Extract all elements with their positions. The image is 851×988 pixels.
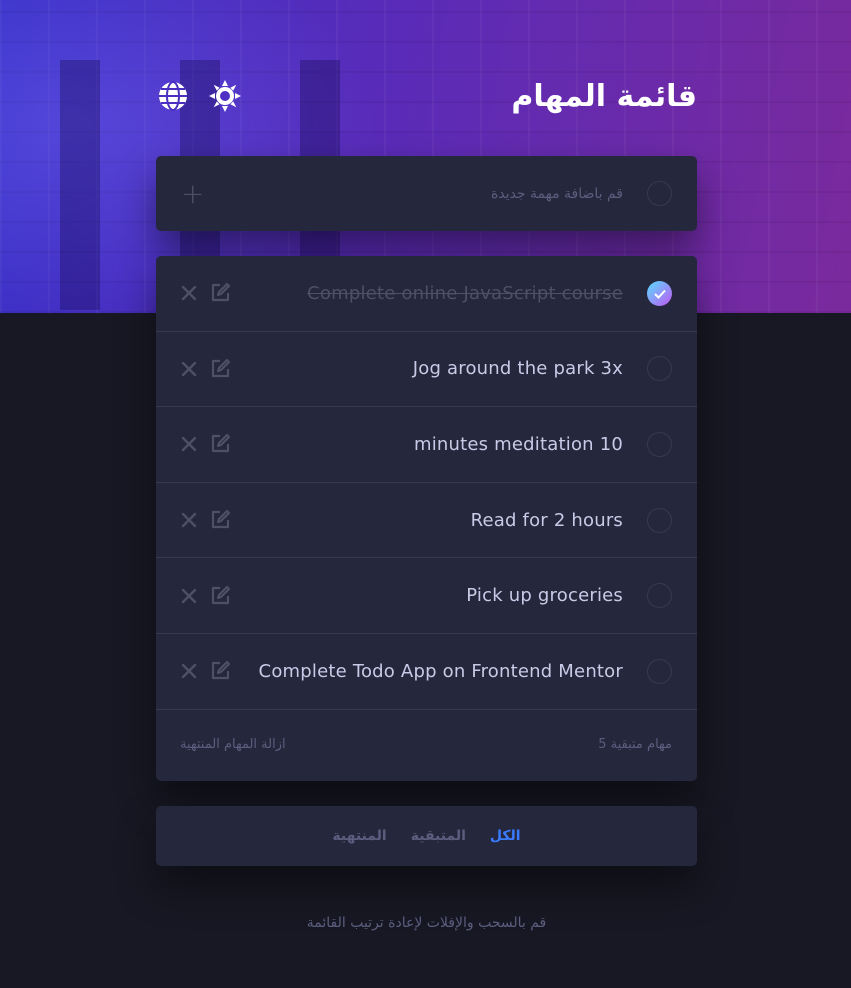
sun-icon[interactable]	[208, 79, 242, 113]
edit-icon[interactable]	[209, 433, 231, 455]
edit-icon[interactable]	[209, 660, 231, 682]
task-text: Read for 2 hours	[470, 509, 623, 531]
delete-icon[interactable]	[178, 433, 200, 455]
task-row[interactable]: Read for 2 hours	[156, 483, 697, 559]
new-task-input[interactable]	[231, 185, 623, 202]
list-footer: ازالة المهام المنتهية 5 مهام متبقية	[156, 710, 697, 780]
header-icons	[156, 79, 242, 113]
page-title: قائمة المهام	[511, 78, 697, 114]
delete-icon[interactable]	[178, 585, 200, 607]
task-row[interactable]: Pick up groceries	[156, 558, 697, 634]
edit-icon[interactable]	[209, 509, 231, 531]
task-list: Complete online JavaScript course Jog aro…	[156, 256, 697, 781]
delete-icon[interactable]	[178, 660, 200, 682]
task-text: minutes meditation 10	[413, 433, 623, 455]
app-header: قائمة المهام	[156, 74, 697, 118]
task-checkbox[interactable]	[647, 280, 672, 306]
edit-icon[interactable]	[209, 282, 231, 304]
task-actions	[178, 282, 231, 304]
edit-icon[interactable]	[209, 585, 231, 607]
new-task-checkbox[interactable]	[647, 181, 672, 206]
clear-completed-button[interactable]: ازالة المهام المنتهية	[180, 737, 286, 752]
task-checkbox[interactable]	[647, 507, 672, 533]
task-actions	[178, 358, 231, 380]
task-checkbox[interactable]	[647, 583, 672, 609]
task-actions	[178, 585, 231, 607]
items-left-count: 5 مهام متبقية	[598, 737, 672, 753]
task-actions	[178, 660, 231, 682]
task-checkbox[interactable]	[647, 431, 672, 457]
filter-active[interactable]: المتبقية	[411, 828, 466, 844]
task-text: Complete online JavaScript course	[307, 282, 623, 304]
task-row[interactable]: Complete Todo App on Frontend Mentor	[156, 634, 697, 710]
filter-completed[interactable]: المنتهية	[332, 828, 386, 844]
drag-hint: قم بالسحب والإفلات لإعادة ترتيب القائمة	[306, 915, 547, 931]
task-row[interactable]: Complete online JavaScript course	[156, 256, 697, 332]
task-actions	[178, 433, 231, 455]
task-row[interactable]: minutes meditation 10	[156, 407, 697, 483]
plus-icon[interactable]: +	[181, 179, 204, 208]
task-text: Jog around the park 3x	[412, 358, 623, 380]
task-row[interactable]: Jog around the park 3x	[156, 332, 697, 408]
globe-icon[interactable]	[156, 79, 190, 113]
task-checkbox[interactable]	[647, 658, 672, 684]
new-task-form: +	[156, 156, 697, 231]
task-text: Pick up groceries	[466, 585, 623, 607]
filter-bar: الكل المتبقية المنتهية	[156, 806, 697, 866]
delete-icon[interactable]	[178, 358, 200, 380]
delete-icon[interactable]	[178, 282, 200, 304]
task-text: Complete Todo App on Frontend Mentor	[258, 660, 623, 682]
edit-icon[interactable]	[209, 358, 231, 380]
hero-pillar	[60, 60, 100, 310]
filter-all[interactable]: الكل	[490, 828, 521, 844]
task-checkbox[interactable]	[647, 356, 672, 382]
task-actions	[178, 509, 231, 531]
delete-icon[interactable]	[178, 509, 200, 531]
check-icon	[653, 284, 666, 303]
